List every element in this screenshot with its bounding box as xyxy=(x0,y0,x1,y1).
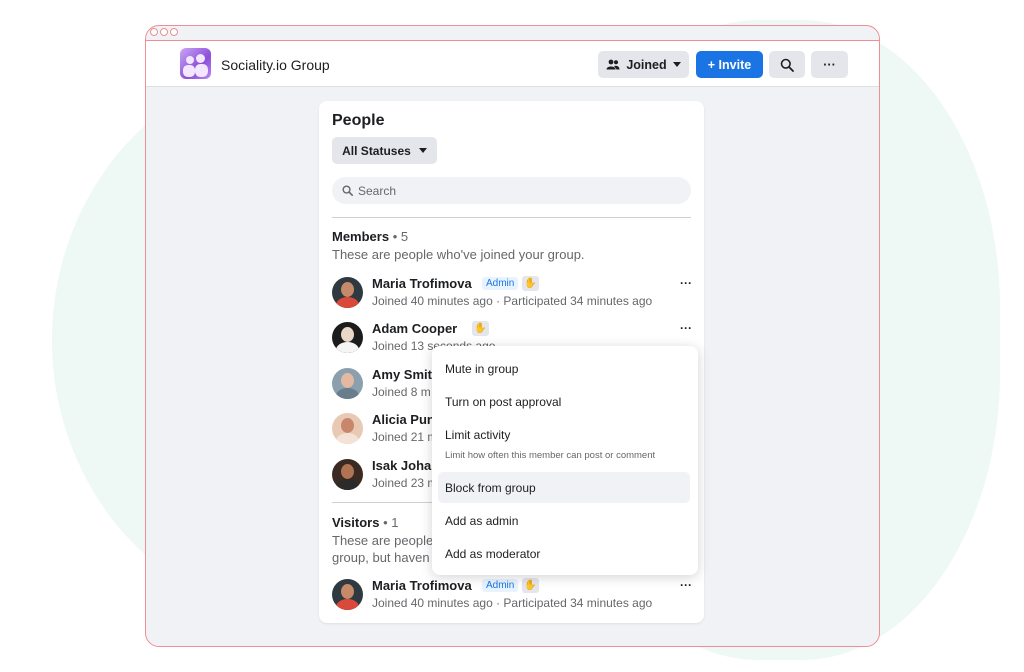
search-icon xyxy=(342,185,353,196)
caret-down-icon xyxy=(672,62,681,67)
menu-item-mute[interactable]: Mute in group xyxy=(438,353,690,384)
window-dot-icon xyxy=(160,28,168,36)
joined-label: Joined xyxy=(626,57,667,72)
visitors-title: Visitors • 1 xyxy=(332,515,399,530)
avatar[interactable] xyxy=(332,322,363,353)
avatar[interactable] xyxy=(332,579,363,610)
admin-badge: Admin xyxy=(482,579,519,592)
members-description: These are people who've joined your grou… xyxy=(332,247,585,262)
status-filter-dropdown[interactable]: All Statuses xyxy=(332,137,437,164)
group-header: Sociality.io Group Joined + Invite ··· xyxy=(146,40,879,87)
status-filter-label: All Statuses xyxy=(342,143,411,158)
joined-button[interactable]: Joined xyxy=(598,51,689,78)
people-title: People xyxy=(332,112,385,129)
member-activity: Joined 8 m xyxy=(372,385,431,399)
search-button[interactable] xyxy=(769,51,805,78)
member-activity: Joined 40 minutes ago · Participated 34 … xyxy=(372,596,653,610)
menu-item-block[interactable]: Block from group xyxy=(438,472,690,503)
member-search-input[interactable]: Search xyxy=(332,177,691,204)
avatar[interactable] xyxy=(332,459,363,490)
member-name[interactable]: Maria Trofimova xyxy=(372,276,472,291)
window-dot-icon xyxy=(170,28,178,36)
member-row[interactable]: Maria Trofimova Admin ✋ Joined 40 minute… xyxy=(332,276,692,310)
search-icon xyxy=(780,58,794,72)
search-placeholder: Search xyxy=(358,183,397,198)
member-name[interactable]: Alicia Pun xyxy=(372,412,435,427)
more-options-icon[interactable]: ··· xyxy=(680,578,692,592)
members-count: • 5 xyxy=(392,229,409,244)
menu-item-limit-activity[interactable]: Limit activity xyxy=(438,419,690,450)
member-name[interactable]: Maria Trofimova xyxy=(372,578,472,593)
members-title: Members • 5 xyxy=(332,229,409,244)
avatar[interactable] xyxy=(332,368,363,399)
more-options-icon: ··· xyxy=(823,57,836,72)
visitors-count: • 1 xyxy=(383,515,399,530)
window-dots xyxy=(150,28,178,36)
avatar[interactable] xyxy=(332,413,363,444)
divider xyxy=(332,217,691,218)
menu-item-add-admin[interactable]: Add as admin xyxy=(438,505,690,536)
caret-down-icon xyxy=(418,148,427,153)
more-options-button[interactable]: ··· xyxy=(811,51,848,78)
menu-item-post-approval[interactable]: Turn on post approval xyxy=(438,386,690,417)
wave-icon[interactable]: ✋ xyxy=(522,276,539,291)
member-name[interactable]: Adam Cooper xyxy=(372,321,457,336)
visitor-row[interactable]: Maria Trofimova Admin ✋ Joined 40 minute… xyxy=(332,578,692,612)
admin-badge: Admin xyxy=(482,277,519,290)
window-dot-icon xyxy=(150,28,158,36)
invite-label: + Invite xyxy=(707,57,752,72)
people-icon xyxy=(606,59,620,70)
visitors-description: These are people group, but haven xyxy=(332,533,434,565)
group-name[interactable]: Sociality.io Group xyxy=(221,57,330,73)
wave-icon[interactable]: ✋ xyxy=(522,578,539,593)
more-options-icon[interactable]: ··· xyxy=(680,276,692,290)
member-options-menu: Mute in group Turn on post approval Limi… xyxy=(432,346,698,575)
member-name[interactable]: Isak Johan xyxy=(372,458,439,473)
member-activity: Joined 40 minutes ago · Participated 34 … xyxy=(372,294,653,308)
more-options-icon[interactable]: ··· xyxy=(680,321,692,335)
member-activity: Joined 23 m xyxy=(372,476,438,490)
member-name[interactable]: Amy Smit xyxy=(372,367,432,382)
wave-icon[interactable]: ✋ xyxy=(472,321,489,336)
group-logo[interactable] xyxy=(180,48,211,79)
member-activity: Joined 21 m xyxy=(372,430,438,444)
browser-window: Sociality.io Group Joined + Invite ··· P… xyxy=(145,25,880,647)
avatar[interactable] xyxy=(332,277,363,308)
menu-item-add-moderator[interactable]: Add as moderator xyxy=(438,538,690,569)
limit-activity-description: Limit how often this member can post or … xyxy=(445,450,656,461)
invite-button[interactable]: + Invite xyxy=(696,51,763,78)
